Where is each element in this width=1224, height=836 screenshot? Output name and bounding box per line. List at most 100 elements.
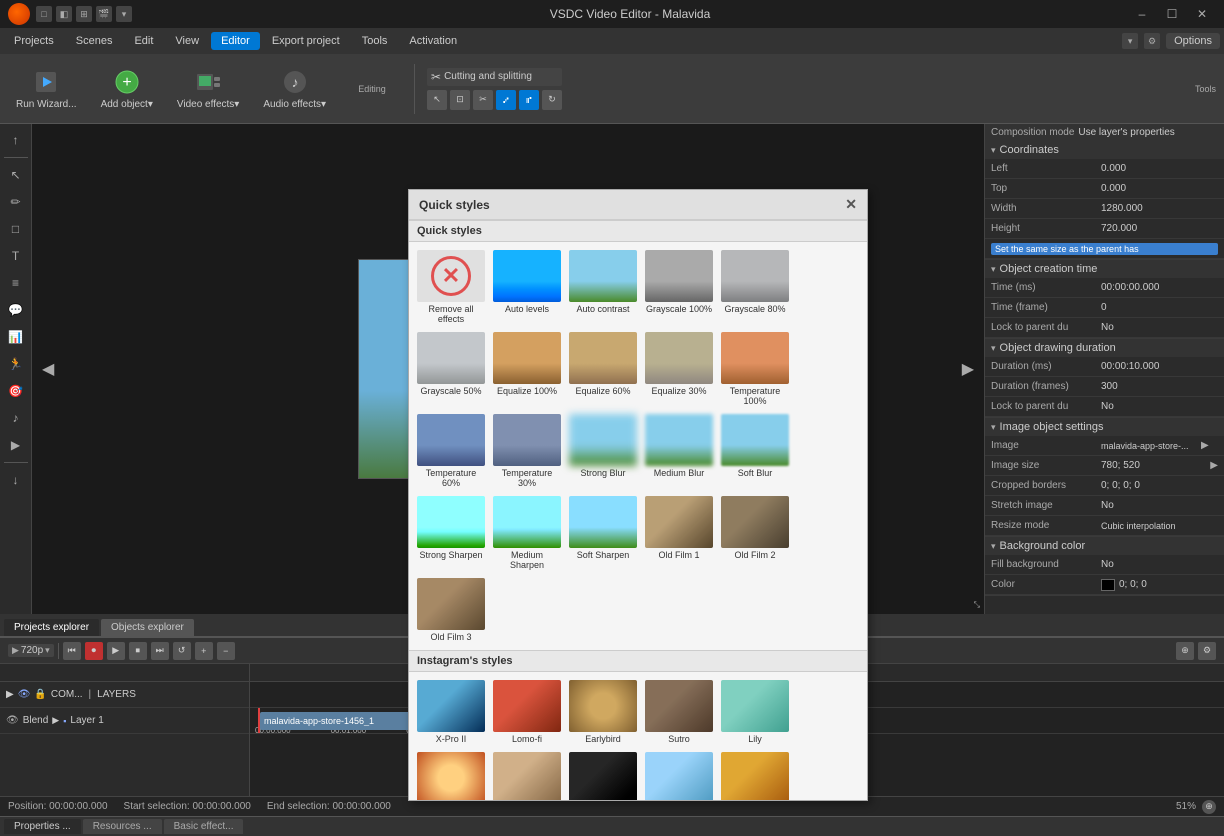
tool-active-2[interactable]: ⑈	[519, 90, 539, 110]
drawing-duration-title[interactable]: Object drawing duration	[985, 339, 1224, 357]
menu-tools[interactable]: Tools	[352, 32, 398, 50]
sidebar-music-icon[interactable]: ♪	[4, 406, 28, 430]
stop-button[interactable]: ⏹	[129, 642, 147, 660]
qs-item-grayscale-100[interactable]: Grayscale 100%	[643, 248, 715, 326]
canvas-next-button[interactable]: ▶	[962, 359, 974, 379]
tab-properties[interactable]: Properties ...	[4, 819, 81, 834]
tool-cut[interactable]: ✂	[473, 90, 493, 110]
qs-item-eq-30[interactable]: Equalize 30%	[643, 330, 715, 408]
menu-extra-icon[interactable]: ▾	[1122, 33, 1138, 49]
qs-item-xpro2[interactable]: X-Pro II	[415, 678, 487, 746]
tab-resources[interactable]: Resources ...	[83, 819, 162, 834]
image-settings-title[interactable]: Image object settings	[985, 418, 1224, 436]
icon-5[interactable]: ▾	[116, 6, 132, 22]
qs-item-toaster[interactable]: Toaster	[415, 750, 487, 800]
set-same-size-row[interactable]: Set the same size as the parent has	[985, 239, 1224, 259]
qs-item-old-film-2[interactable]: Old Film 2	[719, 494, 791, 572]
qs-item-earlybird[interactable]: Earlybird	[567, 678, 639, 746]
bg-color-title[interactable]: Background color	[985, 537, 1224, 555]
set-same-size-btn[interactable]: Set the same size as the parent has	[991, 243, 1218, 255]
qs-item-old-film-1[interactable]: Old Film 1	[643, 494, 715, 572]
qs-item-inkwell[interactable]: Inkwell	[567, 750, 639, 800]
sidebar-target-icon[interactable]: 🎯	[4, 379, 28, 403]
image-edit-icon[interactable]: ▶	[1201, 440, 1209, 451]
loop-button[interactable]: ↺	[173, 642, 191, 660]
track1-lock-icon[interactable]: 🔒	[34, 689, 46, 700]
qs-close-button[interactable]: ✕	[845, 196, 857, 213]
creation-time-title[interactable]: Object creation time	[985, 260, 1224, 278]
menu-export[interactable]: Export project	[262, 32, 350, 50]
menu-view[interactable]: View	[165, 32, 209, 50]
record-button[interactable]: ⏺	[85, 642, 103, 660]
tool-arrow[interactable]: ↖	[427, 90, 447, 110]
qs-panel-content[interactable]: Quick styles ✕ Remove all effects Auto l…	[409, 220, 867, 800]
canvas-prev-button[interactable]: ◀	[42, 359, 54, 379]
qs-item-temp-30[interactable]: Temperature 30%	[491, 412, 563, 490]
qs-item-medium-blur[interactable]: Medium Blur	[643, 412, 715, 490]
play-prev-button[interactable]: ⏮	[63, 642, 81, 660]
menu-scenes[interactable]: Scenes	[66, 32, 123, 50]
play-next-button[interactable]: ⏭	[151, 642, 169, 660]
tool-active-1[interactable]: ⑇	[496, 90, 516, 110]
qs-item-eq-60[interactable]: Equalize 60%	[567, 330, 639, 408]
run-wizard-button[interactable]: Run Wizard...	[8, 64, 85, 114]
color-swatch[interactable]	[1101, 579, 1115, 591]
cutting-tools[interactable]: ✂ Cutting and splitting	[427, 68, 562, 86]
qs-item-remove-all[interactable]: ✕ Remove all effects	[415, 248, 487, 326]
sidebar-shape-icon[interactable]: □	[4, 217, 28, 241]
qs-item-grayscale-50[interactable]: Grayscale 50%	[415, 330, 487, 408]
qs-item-auto-levels[interactable]: Auto levels	[491, 248, 563, 326]
canvas-resize-handle[interactable]: ⤡	[974, 600, 980, 610]
play-button[interactable]: ▶	[107, 642, 125, 660]
audio-effects-button[interactable]: ♪ Audio effects▾	[255, 64, 334, 114]
add-object-button[interactable]: + Add object▾	[93, 64, 161, 114]
resolution-dropdown-icon[interactable]: ▾	[45, 645, 50, 656]
track2-arrow-icon[interactable]: ▶	[52, 715, 59, 726]
tool-select[interactable]: ⊡	[450, 90, 470, 110]
maximize-button[interactable]: ☐	[1158, 3, 1186, 25]
track1-vis-icon[interactable]: 👁	[18, 689, 31, 700]
qs-item-walden[interactable]: Walden	[643, 750, 715, 800]
menu-projects[interactable]: Projects	[4, 32, 64, 50]
sidebar-play-icon[interactable]: ▶	[4, 433, 28, 457]
icon-1[interactable]: □	[36, 6, 52, 22]
zoom-toggle-icon[interactable]: ⊕	[1202, 800, 1216, 814]
qs-item-strong-sharpen[interactable]: Strong Sharpen	[415, 494, 487, 572]
tab-projects-explorer[interactable]: Projects explorer	[4, 619, 99, 636]
coordinates-title[interactable]: Coordinates	[985, 141, 1224, 159]
track1-expand-icon[interactable]: ▶	[6, 689, 14, 700]
sidebar-bubble-icon[interactable]: 💬	[4, 298, 28, 322]
sidebar-down-icon[interactable]: ↓	[4, 468, 28, 492]
qs-item-lily[interactable]: Lily	[719, 678, 791, 746]
image-size-btn[interactable]: ▶	[1210, 460, 1218, 471]
icon-2[interactable]: ◧	[56, 6, 72, 22]
sidebar-runner-icon[interactable]: 🏃	[4, 352, 28, 376]
qs-item-medium-sharpen[interactable]: Medium Sharpen	[491, 494, 563, 572]
close-button[interactable]: ✕	[1188, 3, 1216, 25]
icon-4[interactable]: 🎬	[96, 6, 112, 22]
timeline-settings-btn[interactable]: ⚙	[1198, 642, 1216, 660]
menu-activation[interactable]: Activation	[399, 32, 467, 50]
menu-editor[interactable]: Editor	[211, 32, 260, 50]
tab-basic-effect[interactable]: Basic effect...	[164, 819, 244, 834]
sidebar-pencil-icon[interactable]: ✏	[4, 190, 28, 214]
zoom-in-button[interactable]: +	[195, 642, 213, 660]
qs-item-soft-blur[interactable]: Soft Blur	[719, 412, 791, 490]
tool-other[interactable]: ↻	[542, 90, 562, 110]
qs-item-temp-100[interactable]: Temperature 100%	[719, 330, 791, 408]
qs-item-strong-blur[interactable]: Strong Blur	[567, 412, 639, 490]
qs-item-old-film-3[interactable]: Old Film 3	[415, 576, 487, 644]
qs-item-eq-100[interactable]: Equalize 100%	[491, 330, 563, 408]
sidebar-arrow-icon[interactable]: ↑	[4, 128, 28, 152]
qs-item-auto-contrast[interactable]: Auto contrast	[567, 248, 639, 326]
menu-edit[interactable]: Edit	[124, 32, 163, 50]
sidebar-text-icon[interactable]: T	[4, 244, 28, 268]
zoom-out-button[interactable]: −	[217, 642, 235, 660]
settings-icon[interactable]: ⚙	[1144, 33, 1160, 49]
sidebar-cursor-icon[interactable]: ↖	[4, 163, 28, 187]
options-button[interactable]: Options	[1166, 33, 1220, 49]
qs-item-lomo[interactable]: Lomo-fi	[491, 678, 563, 746]
tab-objects-explorer[interactable]: Objects explorer	[101, 619, 194, 636]
qs-item-hefe[interactable]: Hefe	[719, 750, 791, 800]
video-effects-button[interactable]: Video effects▾	[169, 64, 247, 114]
